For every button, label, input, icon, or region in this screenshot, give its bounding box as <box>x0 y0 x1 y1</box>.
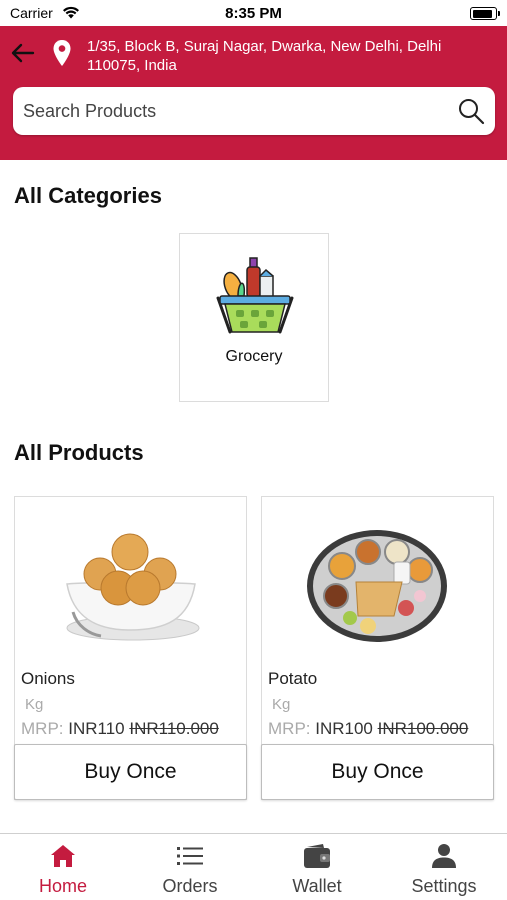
tab-label: Orders <box>162 876 218 896</box>
status-bar: Carrier 8:35 PM <box>0 0 507 26</box>
search-input[interactable] <box>23 87 443 135</box>
product-unit: Kg <box>272 696 291 713</box>
buy-once-button[interactable]: Buy Once <box>261 744 494 800</box>
header: 1/35, Block B, Suraj Nagar, Dwarka, New … <box>0 26 507 160</box>
tab-label: Settings <box>411 876 477 896</box>
laddoo-bowl-image <box>66 533 200 641</box>
category-card-grocery[interactable]: Grocery <box>179 233 329 402</box>
mrp-label: MRP: <box>21 719 64 738</box>
product-card[interactable]: Potato Kg MRP: INR100 INR100.000 Buy Onc… <box>261 496 494 800</box>
categories-title: All Categories <box>14 183 162 208</box>
product-unit: Kg <box>25 696 44 713</box>
tab-label: Home <box>38 876 87 896</box>
product-name: Onions <box>21 669 75 688</box>
delivery-address[interactable]: 1/35, Block B, Suraj Nagar, Dwarka, New … <box>87 37 492 75</box>
price-row: MRP: INR100 INR100.000 <box>268 719 468 739</box>
mrp-label: MRP: <box>268 719 311 738</box>
tab-orders[interactable]: Orders <box>127 834 253 900</box>
category-label: Grocery <box>225 348 283 365</box>
tab-home[interactable]: Home <box>0 834 126 900</box>
price-original: INR110.000 <box>129 719 219 738</box>
map-pin-icon <box>53 40 71 66</box>
tab-bar: Home Orders Wallet Settings <box>0 833 507 900</box>
tab-wallet[interactable]: Wallet <box>254 834 380 900</box>
wallet-icon <box>304 844 330 868</box>
status-time: 8:35 PM <box>225 5 282 22</box>
tab-settings[interactable]: Settings <box>381 834 507 900</box>
price-original: INR100.000 <box>377 719 469 738</box>
search-icon[interactable] <box>457 97 485 125</box>
thali-plate-image <box>307 530 447 642</box>
battery-level <box>472 9 493 18</box>
home-icon <box>51 845 75 867</box>
battery-icon <box>470 7 500 20</box>
products-title: All Products <box>14 440 144 465</box>
tab-label: Wallet <box>292 876 342 896</box>
user-icon <box>432 844 456 868</box>
product-name: Potato <box>268 669 318 688</box>
product-card[interactable]: Onions Kg MRP: INR110 INR110.000 Buy Onc… <box>14 496 247 800</box>
search-bar[interactable] <box>13 87 495 135</box>
list-icon <box>177 847 203 865</box>
arrow-left-icon[interactable] <box>10 40 36 66</box>
buy-once-button[interactable]: Buy Once <box>14 744 247 800</box>
price-row: MRP: INR110 INR110.000 <box>21 719 219 739</box>
price-current: INR100 <box>315 719 373 738</box>
price-current: INR110 <box>68 719 125 738</box>
grocery-basket-icon <box>216 257 294 334</box>
